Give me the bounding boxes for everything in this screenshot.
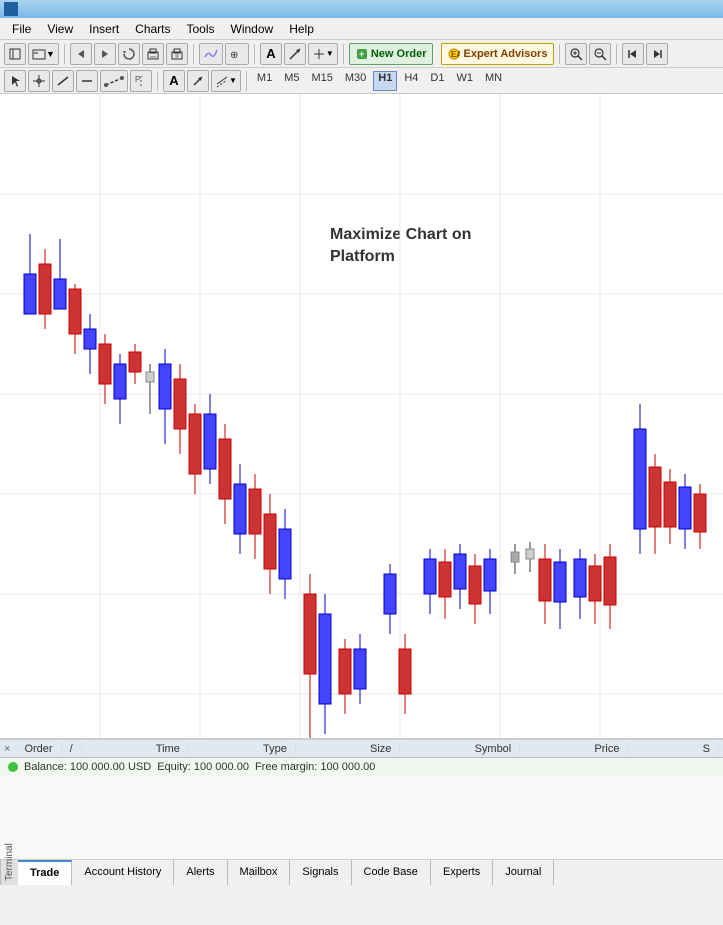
separator8 xyxy=(246,71,247,91)
titlebar xyxy=(0,0,723,18)
col-time: Time xyxy=(148,743,189,755)
tf-w1[interactable]: W1 xyxy=(451,71,478,91)
menu-charts[interactable]: Charts xyxy=(127,20,178,38)
tab-mailbox[interactable]: Mailbox xyxy=(228,860,291,885)
terminal-close-button[interactable]: × xyxy=(4,743,10,755)
separator2 xyxy=(193,44,194,64)
arrow-button[interactable] xyxy=(284,43,306,65)
tab-account-history[interactable]: Account History xyxy=(72,860,174,885)
text-button[interactable]: A xyxy=(260,43,282,65)
tf-d1[interactable]: D1 xyxy=(425,71,449,91)
tf-h1[interactable]: H1 xyxy=(373,71,397,91)
cursor-button[interactable] xyxy=(4,70,26,92)
tab-code-base[interactable]: Code Base xyxy=(352,860,431,885)
tab-signals[interactable]: Signals xyxy=(290,860,351,885)
arrow2-button[interactable] xyxy=(187,70,209,92)
text2-button[interactable]: A xyxy=(163,70,185,92)
menu-insert[interactable]: Insert xyxy=(81,20,127,38)
terminal-header: × Order / Time Type Size Symbol Price S xyxy=(0,740,723,758)
back-button[interactable] xyxy=(70,43,92,65)
separator1 xyxy=(64,44,65,64)
separator7 xyxy=(157,71,158,91)
col-price: Price xyxy=(586,743,628,755)
equity-text: Equity: 100 000.00 xyxy=(157,761,249,773)
col-order: Order xyxy=(16,743,61,755)
tab-trade[interactable]: Trade xyxy=(18,860,72,885)
separator4 xyxy=(343,44,344,64)
toolbar2: P A ▼ M1 M5 M15 M30 H1 H4 D1 W1 MN xyxy=(0,68,723,94)
scroll-right-button[interactable] xyxy=(646,43,668,65)
menubar: File View Insert Charts Tools Window Hel… xyxy=(0,18,723,40)
tab-experts[interactable]: Experts xyxy=(431,860,493,885)
tf-m15[interactable]: M15 xyxy=(306,71,337,91)
balance-row: Balance: 100 000.00 USD Equity: 100 000.… xyxy=(0,758,723,776)
app-icon xyxy=(4,2,18,16)
svg-text:EA: EA xyxy=(451,50,460,59)
refresh-button[interactable] xyxy=(118,43,140,65)
menu-file[interactable]: File xyxy=(4,20,39,38)
period-separator-button[interactable]: P xyxy=(130,70,152,92)
col-symbol: Symbol xyxy=(467,743,521,755)
col-size: Size xyxy=(362,743,400,755)
zoom-in-button[interactable] xyxy=(565,43,587,65)
zoom-out-button[interactable] xyxy=(589,43,611,65)
hline-button[interactable] xyxy=(76,70,98,92)
tab-bar: Terminal Trade Account History Alerts Ma… xyxy=(0,859,723,884)
tf-m30[interactable]: M30 xyxy=(340,71,371,91)
line-button[interactable] xyxy=(52,70,74,92)
col-sep: / xyxy=(62,743,82,755)
menu-window[interactable]: Window xyxy=(223,20,282,38)
col-type: Type xyxy=(255,743,296,755)
print-button[interactable] xyxy=(142,43,164,65)
print-preview-button[interactable] xyxy=(166,43,188,65)
indicators-button[interactable] xyxy=(199,43,223,65)
svg-text:P: P xyxy=(135,75,140,84)
new-order-button[interactable]: + New Order xyxy=(349,43,434,65)
free-margin-text: Free margin: 100 000.00 xyxy=(255,761,375,773)
menu-view[interactable]: View xyxy=(39,20,81,38)
status-dot xyxy=(8,762,18,772)
balance-text: Balance: 100 000.00 USD xyxy=(24,761,151,773)
svg-text:⊕: ⊕ xyxy=(230,50,238,61)
svg-text:+: + xyxy=(359,49,364,59)
period-sep-button[interactable]: ⊕ xyxy=(225,43,249,65)
tf-m1[interactable]: M1 xyxy=(252,71,277,91)
col-s: S xyxy=(695,743,719,755)
tab-journal[interactable]: Journal xyxy=(493,860,554,885)
tf-h4[interactable]: H4 xyxy=(399,71,423,91)
menu-tools[interactable]: Tools xyxy=(179,20,223,38)
forward-button[interactable] xyxy=(94,43,116,65)
terminal-panel: × Order / Time Type Size Symbol Price S … xyxy=(0,739,723,859)
expert-advisors-button[interactable]: EA Expert Advisors xyxy=(441,43,554,65)
tf-mn[interactable]: MN xyxy=(480,71,507,91)
toolbar1: ▼ ⊕ A ▼ + New Order EA Expert Advisors xyxy=(0,40,723,68)
channel-button[interactable]: ▼ xyxy=(211,70,241,92)
tab-alerts[interactable]: Alerts xyxy=(174,860,227,885)
segment-button[interactable] xyxy=(100,70,128,92)
separator5 xyxy=(559,44,560,64)
tf-m5[interactable]: M5 xyxy=(279,71,304,91)
terminal-side-label: Terminal xyxy=(0,860,18,885)
chart-area[interactable]: Maximize Chart on Platform xyxy=(0,94,723,739)
menu-help[interactable]: Help xyxy=(281,20,322,38)
new-chart-button[interactable] xyxy=(4,43,26,65)
separator6 xyxy=(616,44,617,64)
crosshair-button[interactable]: ▼ xyxy=(308,43,338,65)
open-button[interactable]: ▼ xyxy=(28,43,59,65)
crosshair2-button[interactable] xyxy=(28,70,50,92)
scroll-left-button[interactable] xyxy=(622,43,644,65)
candlestick-chart xyxy=(0,94,723,739)
separator3 xyxy=(254,44,255,64)
